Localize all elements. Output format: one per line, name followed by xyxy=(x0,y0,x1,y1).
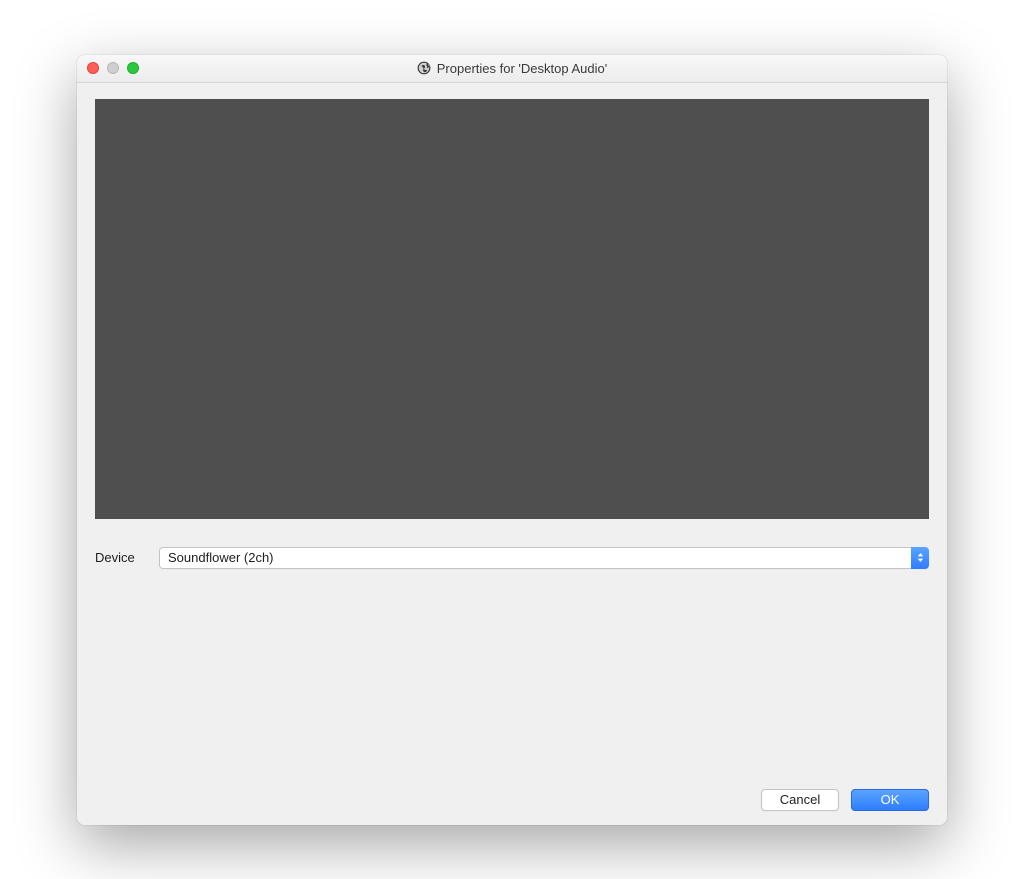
chevron-up-down-icon xyxy=(911,547,929,569)
minimize-window-button[interactable] xyxy=(107,62,119,74)
maximize-window-button[interactable] xyxy=(127,62,139,74)
spacer xyxy=(95,569,929,779)
device-select[interactable]: Soundflower (2ch) xyxy=(159,547,929,569)
obs-icon xyxy=(417,61,431,75)
device-row: Device Soundflower (2ch) xyxy=(95,547,929,569)
close-window-button[interactable] xyxy=(87,62,99,74)
window-content: Device Soundflower (2ch) Cancel OK xyxy=(77,83,947,825)
device-label: Device xyxy=(95,550,159,565)
window-controls xyxy=(77,62,139,74)
cancel-button[interactable]: Cancel xyxy=(761,789,839,811)
device-select-value: Soundflower (2ch) xyxy=(159,547,929,569)
titlebar: Properties for 'Desktop Audio' xyxy=(77,55,947,83)
window-title-wrap: Properties for 'Desktop Audio' xyxy=(77,61,947,76)
preview-area xyxy=(95,99,929,519)
dialog-buttons: Cancel OK xyxy=(95,779,929,811)
window-title: Properties for 'Desktop Audio' xyxy=(437,61,607,76)
ok-button[interactable]: OK xyxy=(851,789,929,811)
properties-window: Properties for 'Desktop Audio' Device So… xyxy=(77,55,947,825)
